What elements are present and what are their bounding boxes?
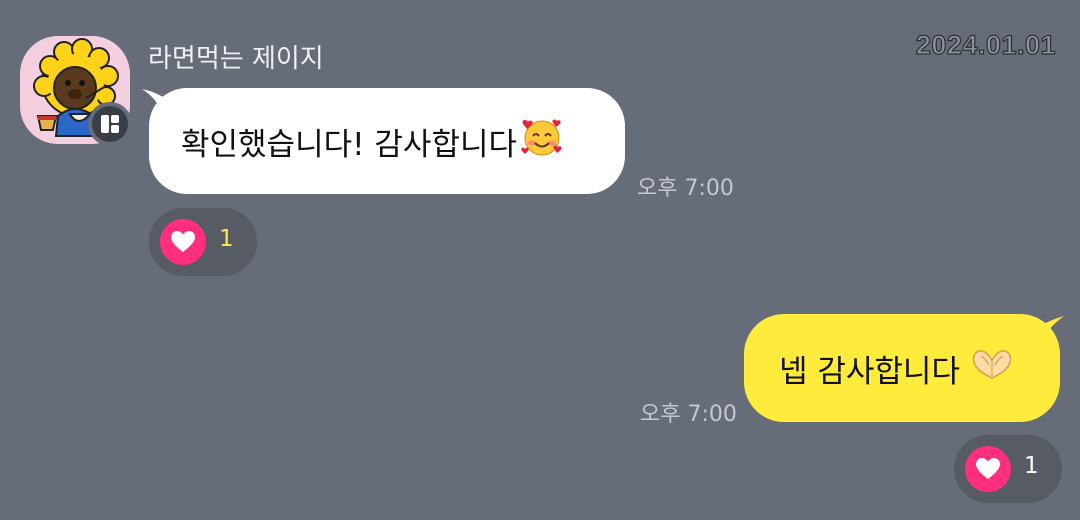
- incoming-message-bubble[interactable]: 확인했습니다! 감사합니다: [149, 88, 625, 194]
- smiling-face-with-hearts-icon: [521, 117, 563, 165]
- incoming-message-text: 확인했습니다! 감사합니다: [181, 126, 518, 163]
- heart-icon: [965, 446, 1011, 492]
- outgoing-reaction-count: 1: [1024, 453, 1039, 479]
- outgoing-message-bubble[interactable]: 넵 감사합니다: [744, 314, 1060, 422]
- profile-badge[interactable]: [88, 102, 132, 146]
- incoming-reaction-chip[interactable]: 1: [149, 208, 257, 276]
- outgoing-reaction-chip[interactable]: 1: [954, 435, 1062, 503]
- incoming-message-time: 오후 7:00: [637, 176, 734, 201]
- outgoing-message-time: 오후 7:00: [640, 402, 737, 427]
- app-badge-icon: [101, 115, 119, 133]
- heart-hands-icon: [970, 346, 1014, 390]
- date-label: 2024.01.01: [915, 29, 1056, 60]
- sender-name: 라면먹는 제이지: [148, 44, 324, 74]
- incoming-reaction-count: 1: [219, 226, 234, 252]
- outgoing-message-text: 넵 감사합니다: [779, 353, 960, 390]
- heart-icon: [160, 219, 206, 265]
